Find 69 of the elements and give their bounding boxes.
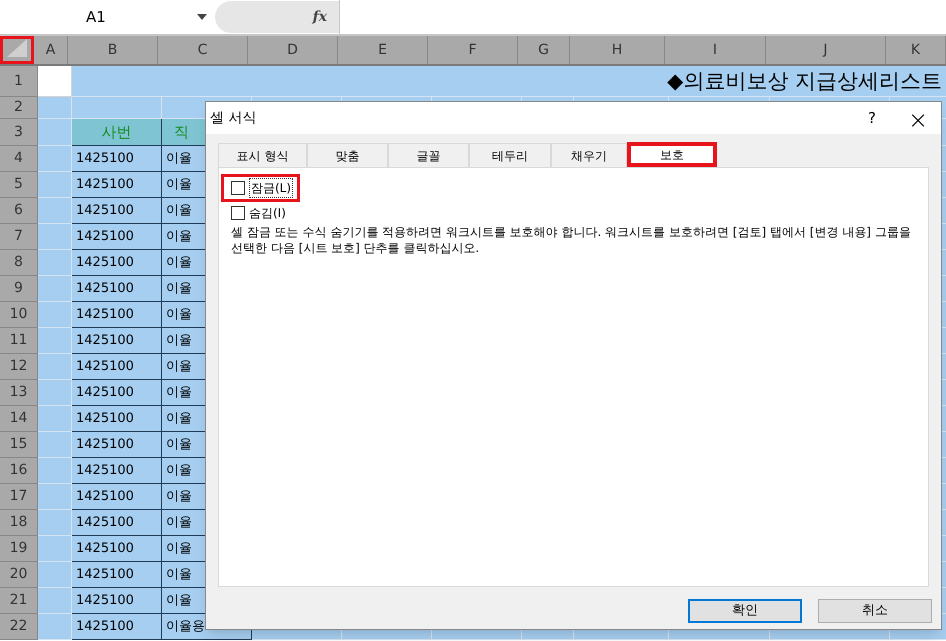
column-header[interactable]: H xyxy=(570,36,665,64)
row-header[interactable]: 18 xyxy=(0,510,38,536)
row-header[interactable]: 9 xyxy=(0,276,38,302)
column-header[interactable]: E xyxy=(338,36,428,64)
table-cell: 1425100 xyxy=(72,328,162,354)
column-header[interactable]: G xyxy=(518,36,570,64)
table-cell: 1425100 xyxy=(72,536,162,562)
row-header[interactable]: 6 xyxy=(0,198,38,224)
row-header[interactable]: 16 xyxy=(0,458,38,484)
column-header[interactable]: D xyxy=(248,36,338,64)
table-cell: 1425100 xyxy=(72,406,162,432)
table-cell: 1425100 xyxy=(72,432,162,458)
table-cell: 1425100 xyxy=(72,562,162,588)
tab[interactable]: 글꼴 xyxy=(388,143,469,167)
dialog-button[interactable]: 확인 xyxy=(688,599,802,623)
table-cell: 1425100 xyxy=(72,302,162,328)
row-header[interactable]: 20 xyxy=(0,562,38,588)
row-header[interactable]: 3 xyxy=(0,119,38,146)
column-header[interactable]: J xyxy=(766,36,886,64)
row-header[interactable]: 12 xyxy=(0,354,38,380)
table-cell: 1425100 xyxy=(72,510,162,536)
table-cell: 1425100 xyxy=(72,614,162,640)
column-header[interactable]: C xyxy=(158,36,248,64)
tab[interactable]: 맞춤 xyxy=(307,143,388,167)
row-header[interactable]: 14 xyxy=(0,406,38,432)
sheet-title: ◆의료비보상 지급상세리스트 xyxy=(72,66,946,97)
table-cell: 1425100 xyxy=(72,276,162,302)
dialog-button[interactable]: 취소 xyxy=(818,599,932,623)
table-cell: 1425100 xyxy=(72,172,162,198)
table-cell: 1425100 xyxy=(72,588,162,614)
triangle-icon xyxy=(7,39,27,57)
column-header[interactable]: K xyxy=(886,36,946,64)
row-header[interactable]: 17 xyxy=(0,484,38,510)
row-header[interactable]: 13 xyxy=(0,380,38,406)
tab[interactable]: 보호 xyxy=(627,142,717,167)
select-all-button[interactable] xyxy=(0,36,34,64)
table-cell: 1425100 xyxy=(72,458,162,484)
row-header[interactable]: 21 xyxy=(0,588,38,614)
row-header[interactable]: 19 xyxy=(0,536,38,562)
column-header[interactable]: B xyxy=(68,36,158,64)
table-cell: 1425100 xyxy=(72,250,162,276)
table-cell: 1425100 xyxy=(72,380,162,406)
table-cell: 1425100 xyxy=(72,484,162,510)
row-header[interactable]: 7 xyxy=(0,224,38,250)
dropdown-caret-icon[interactable] xyxy=(197,14,207,20)
close-button[interactable]: × xyxy=(895,102,941,134)
row-header[interactable]: 11 xyxy=(0,328,38,354)
column-header[interactable]: I xyxy=(665,36,766,64)
table-cell: 사번 xyxy=(72,119,162,146)
table-cell: 1425100 xyxy=(72,198,162,224)
tab[interactable]: 표시 형식 xyxy=(218,143,307,167)
insert-function-button[interactable]: fx xyxy=(312,6,327,28)
row-header[interactable]: 4 xyxy=(0,146,38,172)
row-header[interactable]: 8 xyxy=(0,250,38,276)
row-header[interactable]: 22 xyxy=(0,614,38,640)
tab[interactable]: 채우기 xyxy=(551,143,627,167)
table-cell: 1425100 xyxy=(72,146,162,172)
table-cell: 1425100 xyxy=(72,354,162,380)
row-header[interactable]: 15 xyxy=(0,432,38,458)
row-header[interactable]: 10 xyxy=(0,302,38,328)
row-header[interactable]: 5 xyxy=(0,172,38,198)
column-header[interactable]: A xyxy=(34,36,68,64)
tab[interactable]: 테두리 xyxy=(469,143,551,167)
checkbox-option[interactable]: 잠금(L) xyxy=(221,174,300,202)
row-header[interactable]: 2 xyxy=(0,97,38,119)
column-header[interactable]: F xyxy=(428,36,518,64)
row-header[interactable]: 1 xyxy=(0,66,38,97)
table-cell: 1425100 xyxy=(72,224,162,250)
help-button[interactable]: ? xyxy=(849,102,895,134)
